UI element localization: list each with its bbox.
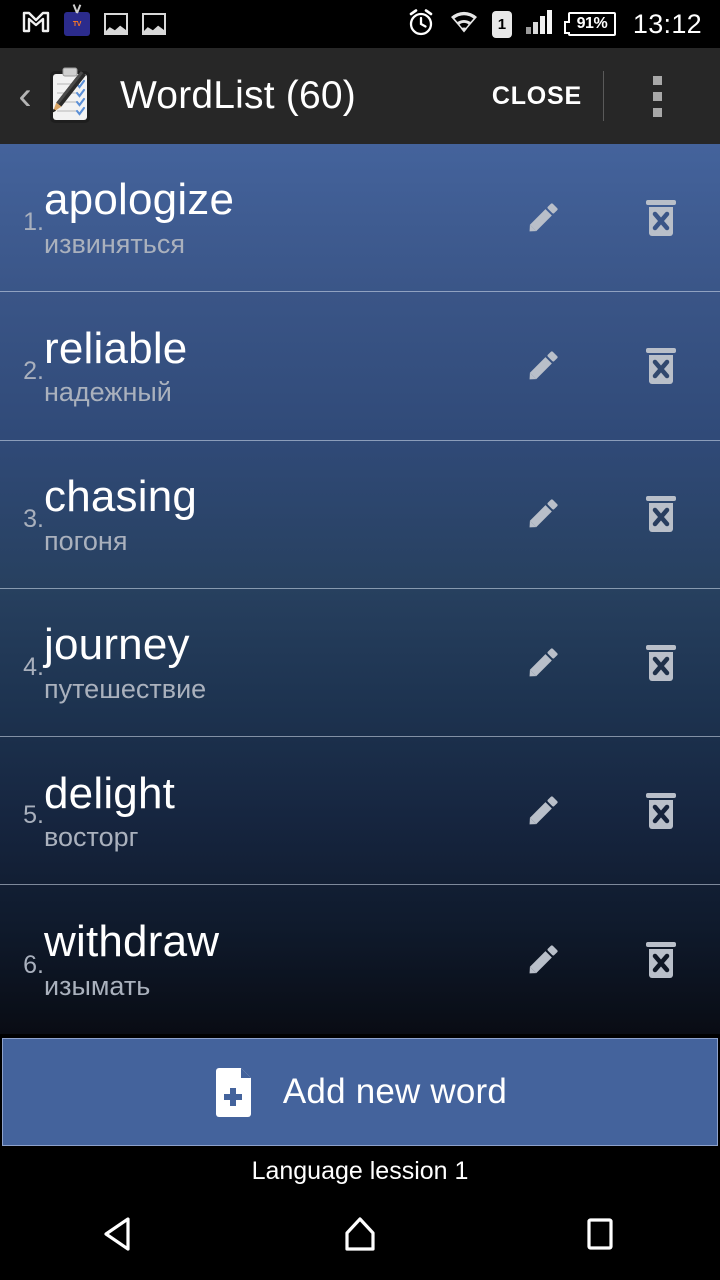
home-icon bbox=[337, 1211, 383, 1262]
footer-bar: Language lession 1 bbox=[0, 1150, 720, 1192]
table-row[interactable]: 4. journey путешествие bbox=[0, 589, 720, 738]
back-button[interactable]: ‹ bbox=[10, 76, 40, 116]
pencil-icon bbox=[521, 789, 565, 833]
alarm-icon bbox=[406, 7, 436, 42]
document-plus-icon bbox=[213, 1066, 257, 1118]
trash-x-icon bbox=[642, 491, 680, 537]
trash-x-icon bbox=[642, 343, 680, 389]
row-index: 4. bbox=[23, 653, 44, 682]
row-index: 5. bbox=[23, 801, 44, 830]
row-word: delight bbox=[44, 768, 176, 818]
row-index: 6. bbox=[23, 950, 44, 979]
trash-x-icon bbox=[642, 195, 680, 241]
edit-button[interactable] bbox=[484, 885, 602, 1033]
wifi-icon bbox=[449, 10, 479, 39]
row-translation: путешествие bbox=[44, 673, 207, 704]
row-translation: восторг bbox=[44, 822, 139, 853]
row-actions bbox=[484, 885, 720, 1033]
delete-button[interactable] bbox=[602, 292, 720, 439]
row-word: reliable bbox=[44, 323, 188, 373]
close-button[interactable]: CLOSE bbox=[492, 82, 582, 111]
row-word: apologize bbox=[44, 175, 235, 225]
row-word: chasing bbox=[44, 471, 198, 521]
row-translation: надежный bbox=[44, 377, 172, 408]
nav-back-button[interactable] bbox=[0, 1192, 240, 1280]
edit-button[interactable] bbox=[484, 144, 602, 291]
page-title: WordList (60) bbox=[120, 74, 356, 117]
status-bar-system-icons: 1 91% 13:12 bbox=[406, 7, 702, 42]
row-actions bbox=[484, 737, 720, 884]
row-texts: delight восторг bbox=[44, 768, 176, 853]
row-translation: изымать bbox=[44, 970, 151, 1001]
status-bar: TV 1 91% 13:12 bbox=[0, 0, 720, 48]
delete-button[interactable] bbox=[602, 144, 720, 291]
pencil-icon bbox=[521, 938, 565, 982]
row-translation: погоня bbox=[44, 525, 128, 556]
recents-square-icon bbox=[577, 1211, 623, 1262]
overflow-menu-icon[interactable] bbox=[642, 69, 672, 123]
row-actions bbox=[484, 144, 720, 291]
nav-home-button[interactable] bbox=[240, 1192, 480, 1280]
row-texts: journey путешествие bbox=[44, 622, 206, 703]
status-bar-notification-icons: TV bbox=[0, 11, 166, 38]
word-list: 1. apologize извиняться 2. reliable наде… bbox=[0, 144, 720, 1034]
pencil-icon bbox=[521, 344, 565, 388]
add-new-word-button[interactable]: Add new word bbox=[2, 1038, 718, 1146]
row-index: 1. bbox=[23, 208, 44, 237]
action-bar: ‹ WordList (60) CLOSE bbox=[0, 48, 720, 144]
photo-icon bbox=[104, 13, 128, 35]
row-word: journey bbox=[44, 620, 190, 670]
row-actions bbox=[484, 292, 720, 439]
trash-x-icon bbox=[642, 937, 680, 983]
back-triangle-icon bbox=[97, 1211, 143, 1262]
edit-button[interactable] bbox=[484, 441, 602, 588]
table-row[interactable]: 1. apologize извиняться bbox=[0, 144, 720, 293]
row-actions bbox=[484, 441, 720, 588]
add-new-word-label: Add new word bbox=[282, 1072, 508, 1111]
edit-button[interactable] bbox=[484, 292, 602, 439]
pencil-icon bbox=[521, 196, 565, 240]
status-bar-clock: 13:12 bbox=[632, 8, 702, 39]
action-bar-divider bbox=[603, 71, 604, 121]
delete-button[interactable] bbox=[602, 885, 720, 1033]
delete-button[interactable] bbox=[602, 441, 720, 588]
table-row[interactable]: 3. chasing погоня bbox=[0, 441, 720, 589]
tv-app-icon: TV bbox=[64, 12, 90, 36]
table-row[interactable]: 2. reliable надежный bbox=[0, 292, 720, 441]
pencil-icon bbox=[521, 492, 565, 536]
edit-button[interactable] bbox=[484, 737, 602, 884]
trash-x-icon bbox=[642, 640, 680, 686]
table-row[interactable]: 5. delight восторг bbox=[0, 737, 720, 886]
row-actions bbox=[484, 589, 720, 736]
row-texts: reliable надежный bbox=[44, 323, 188, 408]
pencil-icon bbox=[521, 641, 565, 685]
delete-button[interactable] bbox=[602, 589, 720, 736]
gmail-icon bbox=[22, 11, 50, 38]
lesson-label: Language lession 1 bbox=[251, 1156, 469, 1185]
battery-icon: 91% bbox=[563, 12, 616, 36]
delete-button[interactable] bbox=[602, 737, 720, 884]
android-navigation-bar bbox=[0, 1192, 720, 1280]
nav-recents-button[interactable] bbox=[480, 1192, 720, 1280]
sim-icon: 1 bbox=[491, 10, 512, 38]
row-word: withdraw bbox=[44, 917, 220, 967]
row-translation: извиняться bbox=[44, 228, 185, 259]
row-texts: withdraw изымать bbox=[44, 919, 219, 1000]
row-texts: apologize извиняться bbox=[44, 177, 234, 258]
add-word-bar: Add new word bbox=[0, 1034, 720, 1150]
signal-icon bbox=[525, 9, 555, 40]
row-texts: chasing погоня bbox=[44, 471, 198, 556]
clipboard-pencil-icon bbox=[42, 65, 102, 127]
trash-x-icon bbox=[642, 788, 680, 834]
row-index: 3. bbox=[23, 504, 44, 533]
phone-screen: TV 1 91% 13:12 ‹ WordList (60) CLOSE 1. … bbox=[0, 0, 720, 1280]
table-row[interactable]: 6. withdraw изымать bbox=[0, 885, 720, 1033]
photo-icon bbox=[142, 13, 166, 35]
row-index: 2. bbox=[23, 356, 44, 385]
edit-button[interactable] bbox=[484, 589, 602, 736]
